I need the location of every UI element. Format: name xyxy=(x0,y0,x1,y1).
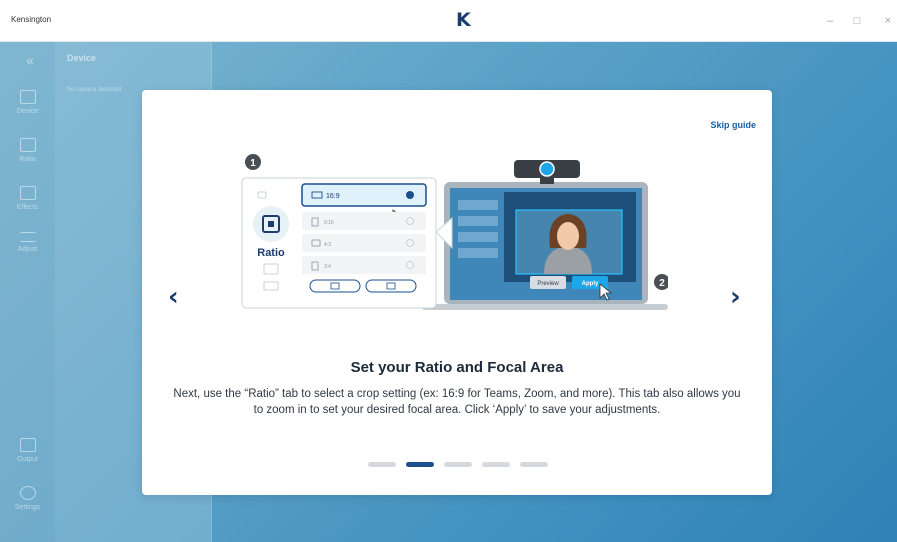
zoom-in-pill xyxy=(309,279,361,293)
screen-menu-item xyxy=(458,216,498,226)
crop-icon xyxy=(19,138,36,152)
person-face xyxy=(557,222,579,250)
step-dot-1[interactable] xyxy=(368,462,396,467)
crop-icon-center xyxy=(268,221,274,227)
guide-description: Next, use the “Ratio” tab to select a cr… xyxy=(173,388,741,416)
ratio-option-row xyxy=(302,234,426,252)
screen-menu-item xyxy=(458,232,498,242)
sidebar-item-label: Effects xyxy=(16,204,39,211)
sidebar-item-label: Settings xyxy=(14,504,41,511)
step-dot-2[interactable] xyxy=(406,462,434,467)
ratio-option-radio xyxy=(406,191,414,199)
previous-step-button[interactable]: ‹ xyxy=(168,282,179,312)
close-button[interactable]: × xyxy=(881,14,895,28)
portrait-icon xyxy=(19,186,36,200)
sidebar: « Device Ratio Effects Adjust Output Set… xyxy=(0,42,55,542)
panel-title: Device xyxy=(67,53,97,63)
preview-label: Preview xyxy=(537,281,559,287)
sidebar-item-ratio[interactable]: Ratio xyxy=(0,138,55,163)
next-step-button[interactable]: › xyxy=(730,282,741,312)
camera-icon xyxy=(19,90,36,104)
laptop-base xyxy=(422,304,668,310)
minimize-button[interactable]: – xyxy=(823,14,837,28)
sidebar-item-label: Output xyxy=(16,456,38,463)
ratio-option-label: 4:3 xyxy=(324,242,331,248)
ratio-option-label: 3:4 xyxy=(324,264,331,270)
step-one-number: 1 xyxy=(250,158,256,169)
webcam-mount xyxy=(540,178,554,184)
screen-menu-item xyxy=(458,248,498,258)
skip-guide-link[interactable]: Skip guide xyxy=(710,120,756,130)
step-indicator xyxy=(368,462,548,468)
ratio-option-label: 9:16 xyxy=(324,220,334,226)
step-dot-5[interactable] xyxy=(520,462,548,467)
ratio-label: Ratio xyxy=(257,247,285,259)
title-bar: Kensington K – □ × xyxy=(0,0,897,42)
webcam-lens xyxy=(539,161,555,177)
sidebar-item-device[interactable]: Device xyxy=(0,90,55,115)
ratio-option-row xyxy=(302,212,426,230)
step-dot-4[interactable] xyxy=(482,462,510,467)
gear-icon xyxy=(19,486,36,500)
maximize-button[interactable]: □ xyxy=(850,14,864,28)
sidebar-item-label: Adjust xyxy=(17,246,38,253)
sliders-icon xyxy=(19,232,36,242)
step-two-number: 2 xyxy=(659,278,665,289)
flip-pill xyxy=(365,279,417,293)
collapse-sidebar-icon[interactable]: « xyxy=(26,52,34,68)
guide-heading: Set your Ratio and Focal Area xyxy=(350,359,564,376)
step-dot-3[interactable] xyxy=(444,462,472,467)
panel-status: No camera detected xyxy=(67,87,122,93)
sidebar-item-adjust[interactable]: Adjust xyxy=(0,232,55,253)
sidebar-item-label: Device xyxy=(16,108,39,115)
ratio-option-label: 16:9 xyxy=(326,193,340,200)
output-icon xyxy=(19,438,36,452)
apply-label: Apply xyxy=(582,281,599,287)
kensington-logo: K xyxy=(456,9,471,31)
app-name: Kensington xyxy=(11,15,52,24)
guide-dialog: Skip guide ‹ › 1 Preview Apply 2 Ratio 1… xyxy=(142,90,772,495)
sidebar-item-settings[interactable]: Settings xyxy=(0,486,55,511)
screen-menu-item xyxy=(458,200,498,210)
sidebar-item-output[interactable]: Output xyxy=(0,438,55,463)
ratio-guide-illustration: 1 Preview Apply 2 Ratio 16:9 9:16 4:3 3:… xyxy=(241,154,668,310)
sidebar-item-label: Ratio xyxy=(19,156,36,163)
sidebar-item-effects[interactable]: Effects xyxy=(0,186,55,211)
ratio-option-row xyxy=(302,256,426,274)
